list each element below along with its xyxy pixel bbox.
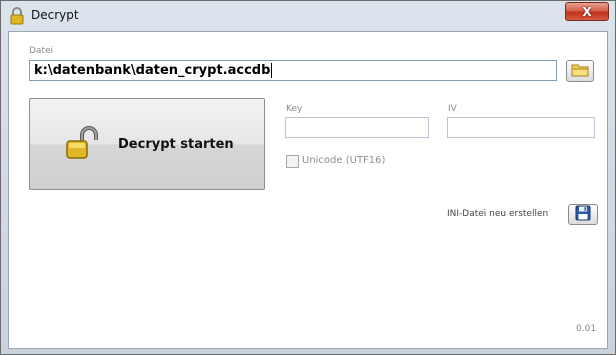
browse-folder-button[interactable]: [566, 60, 594, 82]
iv-label: IV: [448, 104, 457, 114]
close-icon: X: [582, 4, 592, 19]
unicode-checkbox[interactable]: [286, 155, 299, 168]
key-input[interactable]: [285, 117, 429, 138]
decrypt-start-label: Decrypt starten: [118, 137, 234, 152]
file-path-input[interactable]: k:\datenbank\daten_crypt.accdb: [29, 60, 557, 81]
unicode-checkbox-label: Unicode (UTF16): [302, 155, 386, 166]
iv-input[interactable]: [447, 117, 595, 138]
decrypt-start-button[interactable]: Decrypt starten: [29, 98, 265, 190]
client-area: Datei k:\datenbank\daten_crypt.accdb Dec…: [8, 31, 608, 349]
padlock-open-icon: [65, 126, 101, 162]
text-caret: [271, 63, 273, 78]
title-bar[interactable]: Decrypt X: [1, 1, 615, 31]
file-path-value: k:\datenbank\daten_crypt.accdb: [34, 63, 271, 78]
decrypt-window: Decrypt X Datei k:\datenbank\daten_crypt…: [0, 0, 616, 355]
ini-save-button[interactable]: [568, 204, 598, 225]
folder-icon: [571, 62, 589, 81]
lock-icon: [9, 7, 25, 25]
ini-recreate-label: INI-Datei neu erstellen: [447, 209, 549, 219]
close-button[interactable]: X: [565, 2, 609, 21]
floppy-disk-icon: [575, 205, 591, 225]
window-title: Decrypt: [31, 8, 79, 22]
key-label: Key: [286, 104, 303, 114]
file-label: Datei: [29, 46, 54, 56]
version-label: 0.01: [576, 324, 597, 334]
